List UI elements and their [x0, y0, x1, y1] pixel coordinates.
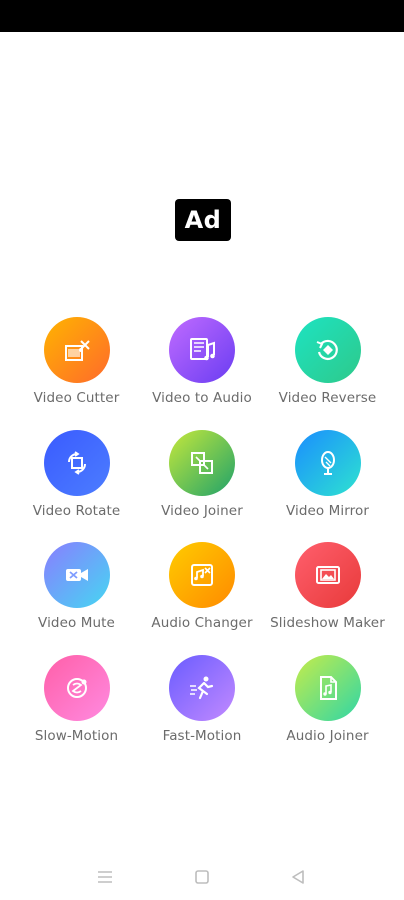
tool-label: Video to Audio: [152, 390, 252, 406]
film-scissors-icon: [64, 340, 90, 361]
video-mute-tool[interactable]: Video Mute: [14, 542, 139, 655]
tool-label: Audio Changer: [151, 615, 253, 631]
tool-label: Video Rotate: [32, 502, 121, 519]
audio-joiner-tool[interactable]: Audio Joiner: [265, 654, 390, 768]
tool-label: Video Reverse: [278, 390, 377, 406]
film-music-icon: [190, 338, 215, 361]
home-button[interactable]: [191, 866, 213, 888]
video-reverse-icon-circle[interactable]: [294, 317, 361, 383]
slow-motion-tool[interactable]: Slow-Motion: [14, 654, 139, 768]
tool-label: Fast-Motion: [162, 727, 242, 744]
audio-joiner-icon-circle[interactable]: [294, 654, 361, 721]
tool-label: Video Cutter: [33, 390, 120, 406]
joiner-icon: [191, 451, 213, 474]
rotate-icon: [67, 450, 86, 475]
video-cutter-tool[interactable]: Video Cutter: [14, 317, 139, 430]
reverse-icon: [316, 339, 338, 361]
tool-label: Slow-Motion: [34, 727, 119, 744]
slow-motion-icon: [66, 677, 87, 698]
audio-changer-icon: [191, 564, 213, 586]
tool-label: Slideshow Maker: [270, 615, 385, 631]
tool-label: Video Mute: [38, 615, 115, 631]
back-button[interactable]: [287, 866, 309, 888]
fast-motion-icon-circle[interactable]: [169, 654, 235, 721]
slideshow-icon: [315, 566, 340, 584]
status-bar: [0, 0, 404, 32]
system-navbar: [0, 856, 404, 896]
video-mute-icon-circle[interactable]: [43, 542, 110, 608]
tool-label: Audio Joiner: [286, 727, 369, 744]
tool-label: Video Joiner: [161, 502, 243, 519]
video-cutter-icon-circle[interactable]: [43, 317, 110, 383]
tools-grid: Video Cutter Video to Audio Video Revers…: [14, 317, 390, 767]
slow-motion-icon-circle[interactable]: [43, 654, 110, 721]
video-mirror-tool[interactable]: Video Mirror: [265, 429, 390, 543]
tool-label: Video Mirror: [285, 502, 370, 519]
video-joiner-icon-circle[interactable]: [169, 429, 235, 496]
ad-badge[interactable]: Ad: [175, 199, 231, 241]
slideshow-maker-tool[interactable]: Slideshow Maker: [265, 542, 390, 655]
menu-icon: [98, 871, 112, 883]
slideshow-maker-icon-circle[interactable]: [294, 542, 361, 608]
audio-changer-tool[interactable]: Audio Changer: [140, 542, 265, 655]
mirror-icon: [320, 450, 335, 475]
video-mute-icon: [65, 569, 88, 581]
video-joiner-tool[interactable]: Video Joiner: [140, 429, 265, 543]
home-square-icon: [195, 870, 209, 884]
fast-motion-icon: [190, 676, 214, 699]
audio-changer-icon-circle[interactable]: [169, 542, 235, 608]
video-mirror-icon-circle[interactable]: [294, 429, 361, 496]
video-to-audio-icon-circle[interactable]: [169, 317, 235, 383]
back-triangle-icon: [292, 870, 304, 884]
video-to-audio-tool[interactable]: Video to Audio: [140, 317, 265, 430]
video-rotate-tool[interactable]: Video Rotate: [14, 429, 139, 543]
video-reverse-tool[interactable]: Video Reverse: [265, 317, 390, 430]
menu-button[interactable]: [94, 866, 116, 888]
audio-joiner-icon: [319, 675, 337, 700]
fast-motion-tool[interactable]: Fast-Motion: [140, 654, 265, 768]
video-rotate-icon-circle[interactable]: [43, 429, 110, 496]
